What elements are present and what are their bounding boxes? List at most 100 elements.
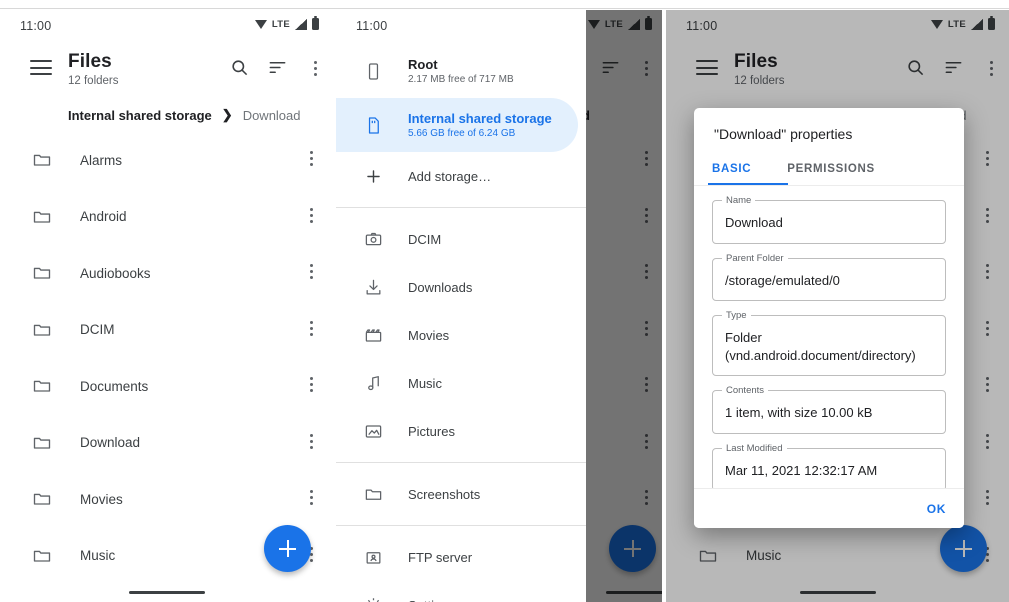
file-name: Download — [80, 435, 141, 451]
folder-icon — [32, 489, 52, 509]
drawer-item-label: Downloads — [408, 279, 473, 295]
file-row[interactable]: Documents — [0, 358, 333, 415]
add-fab-button[interactable] — [264, 525, 311, 572]
tab-active-indicator — [708, 183, 788, 185]
status-bar: 11:00 LTE — [0, 10, 333, 44]
phone-icon — [360, 62, 386, 81]
file-row[interactable]: Download — [0, 415, 333, 472]
row-overflow-icon[interactable] — [310, 207, 313, 226]
folder-icon — [32, 207, 52, 227]
overflow-menu-icon[interactable] — [314, 58, 317, 79]
drawer-shortcut-dcim[interactable]: DCIM — [336, 215, 586, 263]
field-value: 1 item, with size 10.00 kB — [725, 405, 873, 421]
file-name: Music — [80, 548, 116, 564]
row-overflow-icon[interactable] — [310, 320, 313, 339]
drawer-item-text: Settings — [408, 598, 455, 602]
search-icon[interactable] — [230, 58, 249, 77]
drawer-item-text: Music — [408, 376, 442, 391]
folder-icon — [32, 150, 52, 170]
drawer-item-label: Pictures — [408, 423, 455, 439]
phone-screen-file-list: 11:00 LTE Files 12 folders Internal shar… — [0, 10, 333, 602]
tab-permissions[interactable]: PERMISSIONS — [769, 154, 893, 185]
drawer-shortcut-screenshots[interactable]: Screenshots — [336, 470, 586, 518]
phone-screen-scrim-strip: LTE d — [586, 10, 662, 602]
drawer-storage-0[interactable]: Root 2.17 MB free of 717 MB — [336, 44, 586, 98]
music-note-icon — [360, 374, 386, 393]
drawer-shortcut-downloads[interactable]: Downloads — [336, 263, 586, 311]
wifi-icon — [254, 19, 267, 30]
field-label: Name — [722, 195, 756, 206]
row-overflow-icon[interactable] — [310, 264, 313, 282]
properties-dialog: "Download" properties BASIC PERMISSIONS N… — [694, 108, 964, 528]
gear-icon — [360, 596, 386, 602]
folder-icon — [360, 485, 386, 504]
drawer-shortcut-pictures[interactable]: Pictures — [336, 407, 586, 455]
page-subtitle: 12 folders — [68, 75, 119, 87]
file-row[interactable]: DCIM — [0, 302, 333, 359]
field-contents[interactable]: Contents 1 item, with size 10.00 kB — [712, 385, 946, 434]
row-overflow-icon[interactable] — [310, 433, 313, 452]
field-parent-folder[interactable]: Parent Folder/storage/emulated/0 — [712, 252, 946, 302]
drawer-item-label: Root — [408, 57, 438, 72]
hamburger-menu-icon[interactable] — [30, 60, 52, 75]
drawer-item-sublabel: 5.66 GB free of 6.24 GB — [408, 128, 516, 139]
dialog-action-bar: OK — [694, 488, 964, 528]
breadcrumb-next[interactable]: Download — [243, 108, 301, 123]
field-label: Parent Folder — [722, 252, 788, 264]
signal-icon — [295, 18, 307, 30]
field-value: Folder (vnd.android.document/directory) — [725, 330, 916, 363]
drawer-item-label: DCIM — [408, 231, 442, 247]
drawer-item-text: DCIM — [408, 232, 441, 247]
folder-icon — [32, 433, 52, 453]
field-label: Last Modified — [722, 442, 787, 454]
top-divider — [0, 8, 1009, 9]
lte-label: LTE — [271, 18, 290, 30]
drawer-item-label: Movies — [408, 327, 450, 343]
drawer-storage-1[interactable]: Internal shared storage 5.66 GB free of 6… — [336, 98, 578, 152]
status-time: 11:00 — [356, 19, 388, 33]
field-last-modified[interactable]: Last Modified Mar 11, 2021 12:32:17 AM — [712, 442, 946, 492]
ftp-folder-icon — [360, 548, 386, 567]
field-name[interactable]: Name Download — [712, 195, 946, 244]
breadcrumb-current[interactable]: Internal shared storage — [68, 108, 212, 123]
sort-icon[interactable] — [268, 58, 287, 77]
drawer-item-label: Screenshots — [408, 486, 481, 502]
drawer-item-sublabel: 2.17 MB free of 717 MB — [408, 74, 514, 85]
sd-card-icon — [360, 116, 386, 135]
status-time: 11:00 — [20, 19, 52, 33]
ok-button[interactable]: OK — [927, 502, 946, 516]
page-title: Files — [68, 51, 112, 72]
file-row[interactable]: Android — [0, 189, 333, 246]
dialog-title: "Download" properties — [714, 126, 853, 142]
nav-gesture-bar — [128, 591, 205, 594]
file-row[interactable]: Movies — [0, 471, 333, 528]
file-name: Documents — [80, 378, 149, 394]
drawer-divider — [336, 207, 586, 208]
drawer-item-text: Pictures — [408, 424, 455, 439]
drawer-divider — [336, 462, 586, 463]
drawer-item-ftp-server[interactable]: FTP server — [336, 533, 586, 581]
movie-icon — [360, 326, 386, 345]
field-type[interactable]: Type Folder (vnd.android.document/directo… — [712, 310, 946, 377]
camera-icon — [360, 230, 386, 249]
chevron-right-icon: ❯ — [221, 107, 233, 122]
drawer-scrim-overlay[interactable] — [586, 10, 662, 602]
file-row[interactable]: Alarms — [0, 132, 333, 189]
row-overflow-icon[interactable] — [310, 151, 313, 169]
drawer-item-text: Movies — [408, 328, 449, 343]
file-name: DCIM — [80, 322, 115, 338]
folder-icon — [32, 320, 52, 340]
drawer-shortcut-movies[interactable]: Movies — [336, 311, 586, 359]
row-overflow-icon[interactable] — [310, 490, 313, 508]
drawer-item-label: FTP server — [408, 549, 473, 565]
drawer-add-storage[interactable]: Add storage… — [336, 152, 586, 200]
drawer-shortcut-music[interactable]: Music — [336, 359, 586, 407]
drawer-item-settings[interactable]: Settings — [336, 581, 586, 602]
drawer-item-text: Downloads — [408, 280, 472, 295]
plus-icon — [360, 167, 386, 186]
battery-icon — [312, 16, 319, 30]
file-row[interactable]: Audiobooks — [0, 245, 333, 302]
drawer-divider — [336, 525, 586, 526]
row-overflow-icon[interactable] — [310, 377, 313, 395]
tab-basic[interactable]: BASIC — [694, 154, 769, 185]
